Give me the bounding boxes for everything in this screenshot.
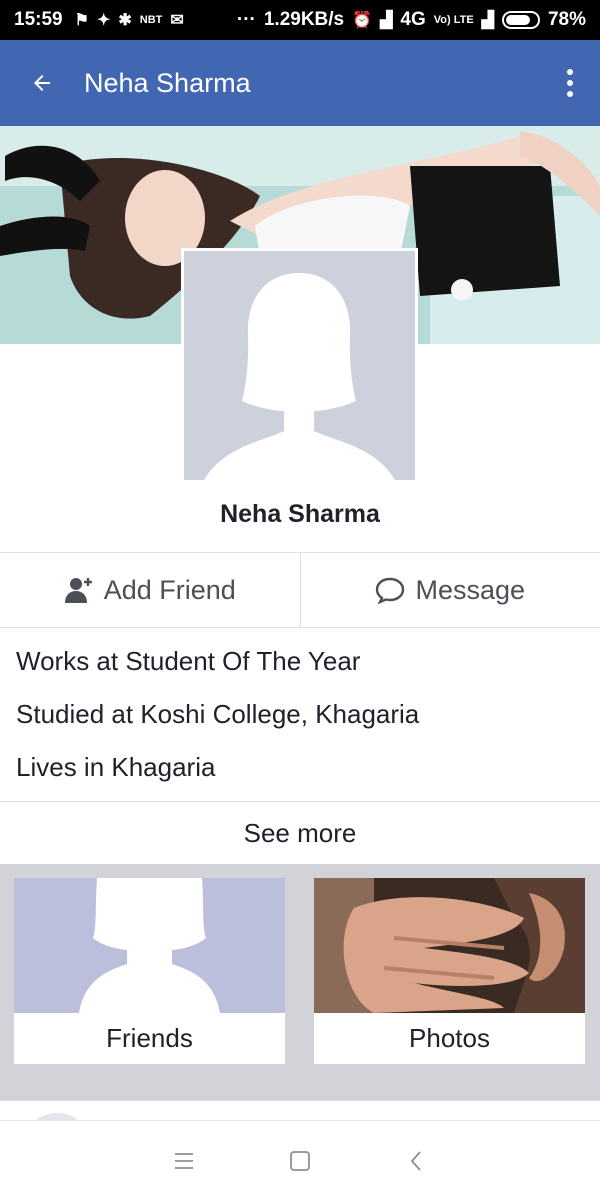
more-vert-icon: [567, 69, 573, 97]
photos-label: Photos: [409, 1023, 490, 1053]
message-icon: [376, 577, 405, 604]
see-more-button[interactable]: See more: [0, 802, 600, 864]
photos-thumbnail: [314, 878, 585, 1013]
overflow-menu-button[interactable]: [540, 40, 600, 126]
intro-location: Lives in Khagaria: [16, 752, 216, 782]
add-friend-label: Add Friend: [103, 574, 236, 605]
photos-tile[interactable]: Photos: [314, 878, 585, 1064]
nbt-badge: NBT: [139, 14, 163, 26]
add-friend-icon: [64, 578, 92, 603]
system-back-button[interactable]: [358, 1121, 474, 1200]
profile-actions: Add Friend Message: [0, 552, 600, 628]
page-title: Neha Sharma: [84, 67, 251, 98]
mail-icon: ✉: [170, 12, 184, 29]
message-button[interactable]: Message: [299, 553, 600, 627]
twitter-icon: ✦: [96, 12, 111, 29]
intro-education: Studied at Koshi College, Khagaria: [16, 699, 420, 729]
notification-app-icon: ⚑: [74, 12, 89, 29]
chevron-left-icon: [410, 1150, 421, 1171]
app-bar: Neha Sharma: [0, 40, 600, 126]
alarm-off-icon: ⏰: [352, 12, 373, 29]
home-square-icon: [290, 1150, 310, 1171]
profile-name: Neha Sharma: [220, 500, 380, 528]
battery-percent: 78%: [547, 9, 586, 30]
recent-apps-button[interactable]: [126, 1121, 242, 1200]
posts-section: [0, 1100, 600, 1183]
message-label: Message: [415, 574, 526, 605]
intro-work: Works at Student Of The Year: [16, 646, 361, 676]
status-right: ··· 1.29KB/s ⏰ ▟ 4G Vo) LTE ▟ 78%: [237, 9, 586, 31]
volte-badge: Vo) LTE: [433, 14, 474, 26]
system-nav-bar: [0, 1120, 600, 1200]
signal-icon-2: ▟: [481, 12, 494, 29]
profile-picture[interactable]: [181, 248, 418, 483]
friends-label: Friends: [106, 1023, 193, 1053]
signal-icon: ▟: [380, 12, 393, 29]
friends-thumbnail: [14, 878, 285, 1013]
intro-section: Works at Student Of The Year Studied at …: [0, 628, 600, 802]
app-notification-icon: ✱: [118, 12, 132, 29]
add-friend-button[interactable]: Add Friend: [0, 553, 300, 627]
battery-icon: [501, 11, 540, 29]
network-speed: 1.29KB/s: [263, 9, 345, 30]
status-more: ···: [236, 9, 256, 30]
status-time: 15:59: [14, 9, 63, 30]
back-arrow-icon: [34, 75, 50, 91]
friends-tile[interactable]: Friends: [14, 878, 285, 1064]
status-bar: 15:59 ⚑ ✦ ✱ NBT ✉ ··· 1.29KB/s ⏰ ▟ 4G Vo…: [0, 0, 600, 40]
profile-tiles: Friends Photos: [0, 864, 600, 1100]
menu-icon: [175, 1152, 193, 1169]
home-button[interactable]: [242, 1121, 358, 1200]
network-type: 4G: [400, 9, 426, 30]
profile-screen: 15:59 ⚑ ✦ ✱ NBT ✉ ··· 1.29KB/s ⏰ ▟ 4G Vo…: [0, 0, 600, 1200]
back-button[interactable]: [0, 40, 84, 126]
default-avatar-icon: [184, 251, 415, 480]
